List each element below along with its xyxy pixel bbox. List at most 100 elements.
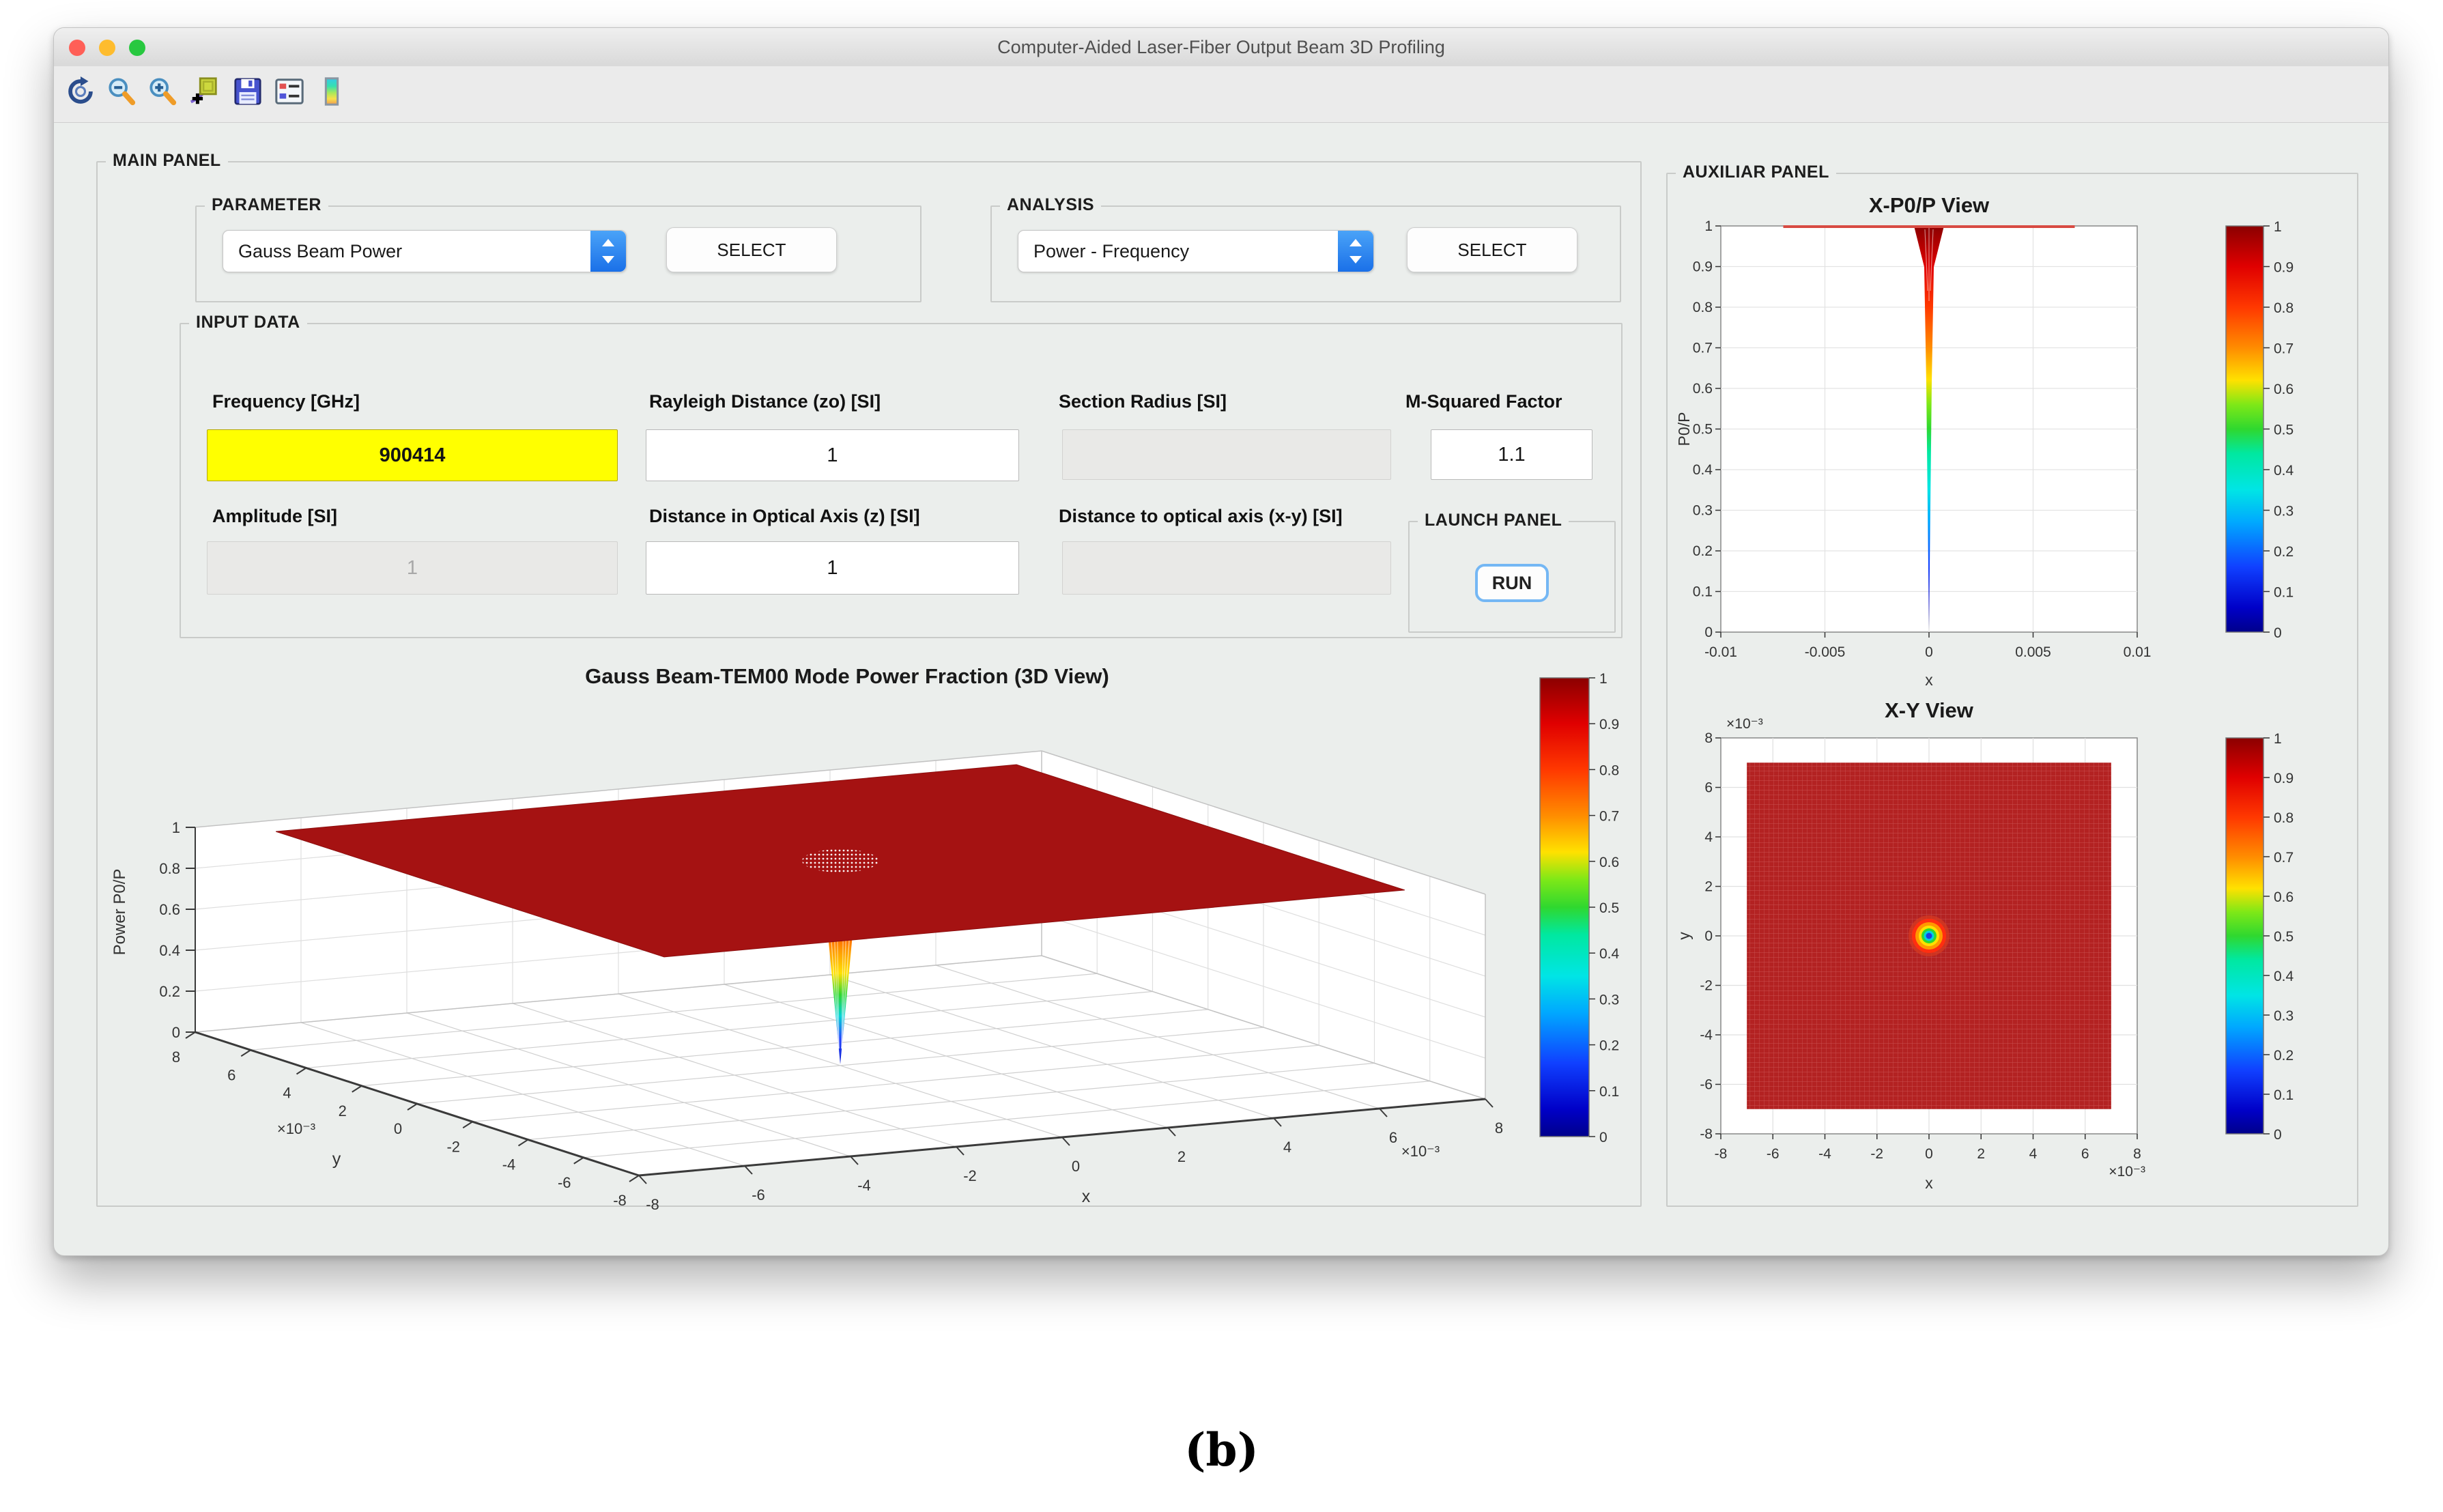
svg-text:6: 6 <box>227 1066 235 1083</box>
page: Computer-Aided Laser-Fiber Output Beam 3… <box>0 0 2443 1512</box>
svg-text:0.6: 0.6 <box>159 901 180 918</box>
svg-text:0.7: 0.7 <box>2274 850 2294 866</box>
svg-text:2: 2 <box>1704 879 1713 895</box>
svg-text:0: 0 <box>1925 644 1933 660</box>
svg-text:0.6: 0.6 <box>2274 889 2294 905</box>
data-cursor-tool[interactable] <box>188 76 220 107</box>
svg-text:1: 1 <box>172 819 180 836</box>
svg-text:-4: -4 <box>502 1156 516 1173</box>
svg-text:0.7: 0.7 <box>1693 341 1713 356</box>
run-button[interactable]: RUN <box>1475 564 1549 602</box>
analysis-select-button[interactable]: SELECT <box>1407 227 1577 272</box>
svg-text:0.8: 0.8 <box>1599 762 1619 778</box>
svg-text:0.6: 0.6 <box>1599 855 1619 870</box>
svg-text:x: x <box>1925 1174 1933 1192</box>
svg-text:y: y <box>1675 932 1693 940</box>
main-panel-label: MAIN PANEL <box>106 151 228 171</box>
svg-text:y: y <box>332 1150 341 1169</box>
section-radius-field <box>1062 429 1391 480</box>
rotate-3d-icon <box>65 76 96 107</box>
svg-text:P0/P: P0/P <box>1675 412 1693 446</box>
svg-text:0.5: 0.5 <box>2274 929 2294 945</box>
zoom-out-tool[interactable] <box>106 76 137 107</box>
svg-text:-6: -6 <box>1700 1077 1713 1093</box>
analysis-group-label: ANALYSIS <box>1000 195 1101 215</box>
svg-text:x: x <box>1925 671 1933 689</box>
svg-text:0.4: 0.4 <box>2274 463 2294 479</box>
svg-text:0.9: 0.9 <box>1693 259 1713 275</box>
svg-text:0.8: 0.8 <box>159 860 180 877</box>
svg-text:-8: -8 <box>613 1192 627 1209</box>
svg-text:8: 8 <box>172 1049 180 1066</box>
svg-text:-2: -2 <box>963 1167 977 1184</box>
svg-text:0.4: 0.4 <box>1693 462 1713 478</box>
distance-optical-axis-xy-label: Distance to optical axis (x-y) [SI] <box>1059 506 1343 530</box>
svg-text:0.4: 0.4 <box>2274 969 2294 984</box>
dropdown-stepper-icon <box>1338 231 1373 272</box>
svg-text:0.3: 0.3 <box>2274 504 2294 519</box>
svg-text:-8: -8 <box>1715 1146 1728 1162</box>
svg-text:-0.005: -0.005 <box>1805 644 1846 660</box>
save-tool[interactable] <box>232 76 263 107</box>
rayleigh-distance-field[interactable]: 1 <box>646 429 1019 481</box>
svg-text:0.5: 0.5 <box>1693 422 1713 438</box>
parameter-dropdown[interactable]: Gauss Beam Power <box>223 230 627 272</box>
svg-text:X-Y View: X-Y View <box>1885 698 1974 722</box>
parameter-select-button[interactable]: SELECT <box>666 227 837 272</box>
svg-text:0.9: 0.9 <box>2274 771 2294 786</box>
svg-text:0.5: 0.5 <box>2274 423 2294 438</box>
svg-text:6: 6 <box>2081 1146 2089 1162</box>
frequency-field[interactable]: 900414 <box>207 429 618 481</box>
section-radius-label: Section Radius [SI] <box>1059 391 1227 416</box>
svg-text:-6: -6 <box>1767 1146 1780 1162</box>
zoom-in-tool[interactable] <box>147 76 178 107</box>
m-squared-field[interactable]: 1.1 <box>1431 429 1592 480</box>
insert-legend-tool[interactable] <box>274 76 305 107</box>
rotate-3d-tool[interactable] <box>65 76 96 107</box>
svg-text:0: 0 <box>2274 625 2282 641</box>
svg-text:0.7: 0.7 <box>2274 341 2294 357</box>
distance-optical-axis-xy-field <box>1062 541 1391 595</box>
rayleigh-distance-label: Rayleigh Distance (zo) [SI] <box>649 391 881 416</box>
app-window: Computer-Aided Laser-Fiber Output Beam 3… <box>53 27 2389 1256</box>
auxiliary-charts: X-P0/P View00.10.20.30.40.50.60.70.80.91… <box>1673 178 2356 1206</box>
svg-text:1: 1 <box>1704 218 1713 234</box>
svg-text:0: 0 <box>1599 1130 1608 1145</box>
svg-text:4: 4 <box>1283 1139 1291 1156</box>
svg-text:2: 2 <box>1977 1146 1985 1162</box>
svg-text:0.9: 0.9 <box>1599 717 1619 732</box>
svg-text:6: 6 <box>1704 780 1713 796</box>
svg-text:1: 1 <box>2274 731 2282 747</box>
input-data-group-label: INPUT DATA <box>189 313 307 332</box>
svg-text:0: 0 <box>1704 928 1713 944</box>
insert-colorbar-tool[interactable] <box>316 76 347 107</box>
svg-text:0.01: 0.01 <box>2124 644 2152 660</box>
amplitude-field: 1 <box>207 541 618 595</box>
svg-text:X-P0/P View: X-P0/P View <box>1869 193 1990 217</box>
analysis-dropdown-value: Power - Frequency <box>1033 231 1189 272</box>
svg-text:0.1: 0.1 <box>1599 1084 1619 1100</box>
svg-text:0.1: 0.1 <box>1693 584 1713 600</box>
analysis-dropdown[interactable]: Power - Frequency <box>1018 230 1374 272</box>
zoom-in-icon <box>147 76 178 107</box>
figure-caption: (b) <box>0 1423 2443 1477</box>
svg-text:4: 4 <box>283 1085 291 1102</box>
colorbar-icon <box>316 76 347 107</box>
svg-text:-2: -2 <box>1700 978 1713 994</box>
svg-text:-6: -6 <box>558 1174 571 1191</box>
svg-text:-4: -4 <box>857 1177 871 1194</box>
legend-icon <box>274 76 305 107</box>
toolbar <box>54 66 2388 123</box>
distance-optical-axis-z-field[interactable]: 1 <box>646 541 1019 595</box>
surface-3d-chart: Gauss Beam-TEM00 Mode Power Fraction (3D… <box>96 656 1639 1236</box>
svg-text:0: 0 <box>2274 1127 2282 1143</box>
svg-text:0.2: 0.2 <box>159 983 180 1000</box>
svg-text:6: 6 <box>1389 1129 1397 1146</box>
parameter-dropdown-value: Gauss Beam Power <box>238 231 402 272</box>
frequency-label: Frequency [GHz] <box>212 391 360 416</box>
svg-text:-0.01: -0.01 <box>1704 644 1737 660</box>
amplitude-label: Amplitude [SI] <box>212 506 337 530</box>
titlebar: Computer-Aided Laser-Fiber Output Beam 3… <box>54 28 2388 67</box>
save-icon <box>232 76 263 107</box>
svg-text:0.5: 0.5 <box>1599 900 1619 916</box>
